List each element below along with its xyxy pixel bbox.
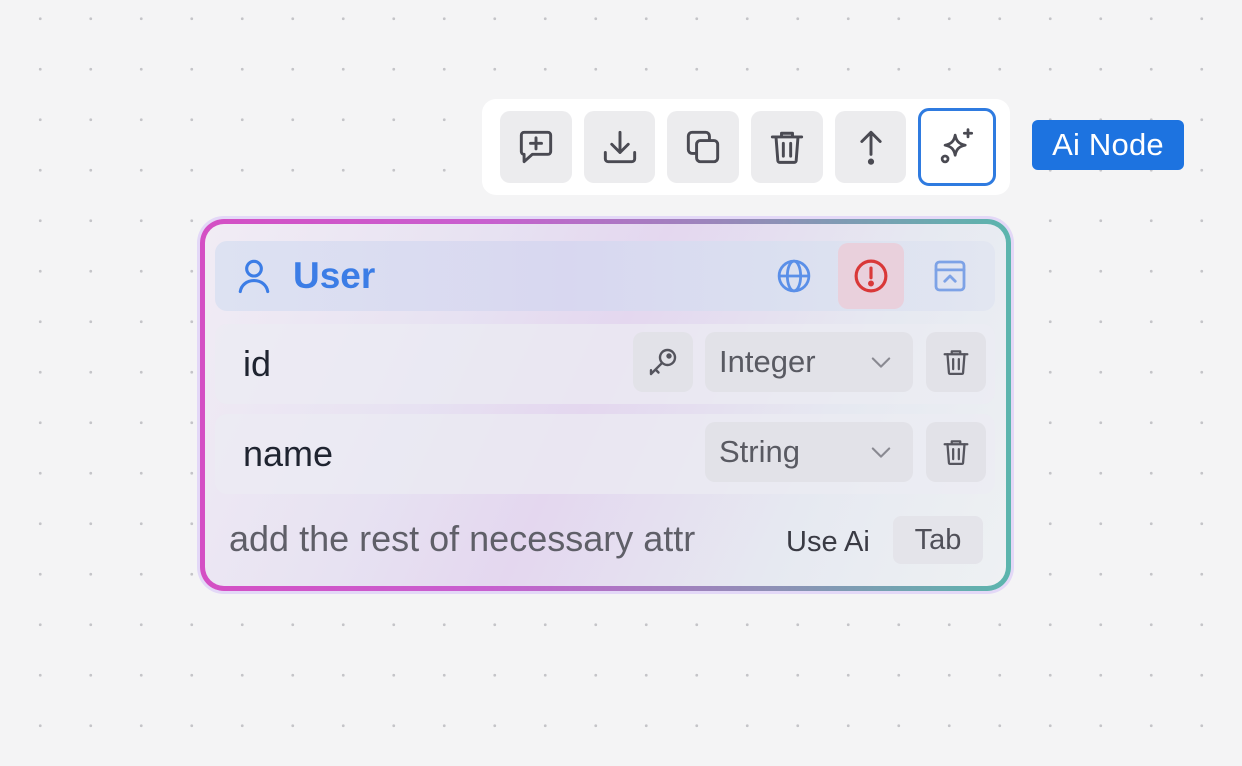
type-select[interactable]: String (705, 422, 913, 482)
type-select-value: Integer (719, 344, 816, 379)
message-plus-icon (519, 130, 552, 164)
attribute-name[interactable]: name (243, 434, 333, 474)
chevron-down-icon (871, 357, 891, 368)
copy-icon (687, 130, 720, 164)
entity-node[interactable]: User id Integer name String add the rest… (200, 219, 1011, 591)
delete-node-button[interactable] (751, 111, 823, 183)
globe-icon (777, 259, 811, 293)
trash-icon (770, 131, 803, 164)
attribute-name[interactable]: id (243, 344, 271, 384)
download-icon (603, 130, 636, 164)
delete-attribute-button[interactable] (926, 332, 986, 392)
sparkles-icon (940, 128, 974, 164)
warning-button[interactable] (838, 243, 904, 309)
key-icon (649, 348, 677, 376)
alert-circle-icon (854, 259, 888, 293)
ai-node-badge: Ai Node (1032, 120, 1184, 170)
download-button[interactable] (583, 111, 656, 183)
node-toolbar (482, 99, 1010, 195)
trash-icon (943, 350, 969, 376)
duplicate-button[interactable] (667, 111, 740, 183)
primary-key-toggle[interactable] (633, 332, 693, 392)
node-header: User (215, 241, 995, 311)
collapse-button[interactable] (917, 243, 983, 309)
entity-node-body: User id Integer name String add the rest… (205, 224, 1006, 586)
ai-button[interactable] (918, 108, 997, 186)
entity-title[interactable]: User (293, 256, 375, 296)
trash-icon (943, 440, 969, 466)
add-comment-button[interactable] (500, 111, 572, 183)
arrow-up-icon (859, 130, 882, 165)
collapse-icon (934, 260, 966, 292)
delete-attribute-button[interactable] (926, 422, 986, 482)
move-up-button[interactable] (834, 111, 907, 183)
attribute-row: id Integer (215, 324, 995, 404)
user-icon (238, 259, 270, 294)
globe-button[interactable] (761, 243, 827, 309)
type-select[interactable]: Integer (705, 332, 913, 392)
ai-prompt-input[interactable] (229, 516, 789, 562)
use-ai-hint: Use Ai (786, 526, 870, 558)
attribute-row: name String (215, 414, 995, 494)
tab-key-hint: Tab (893, 516, 983, 564)
type-select-value: String (719, 434, 800, 469)
chevron-down-icon (871, 447, 891, 458)
